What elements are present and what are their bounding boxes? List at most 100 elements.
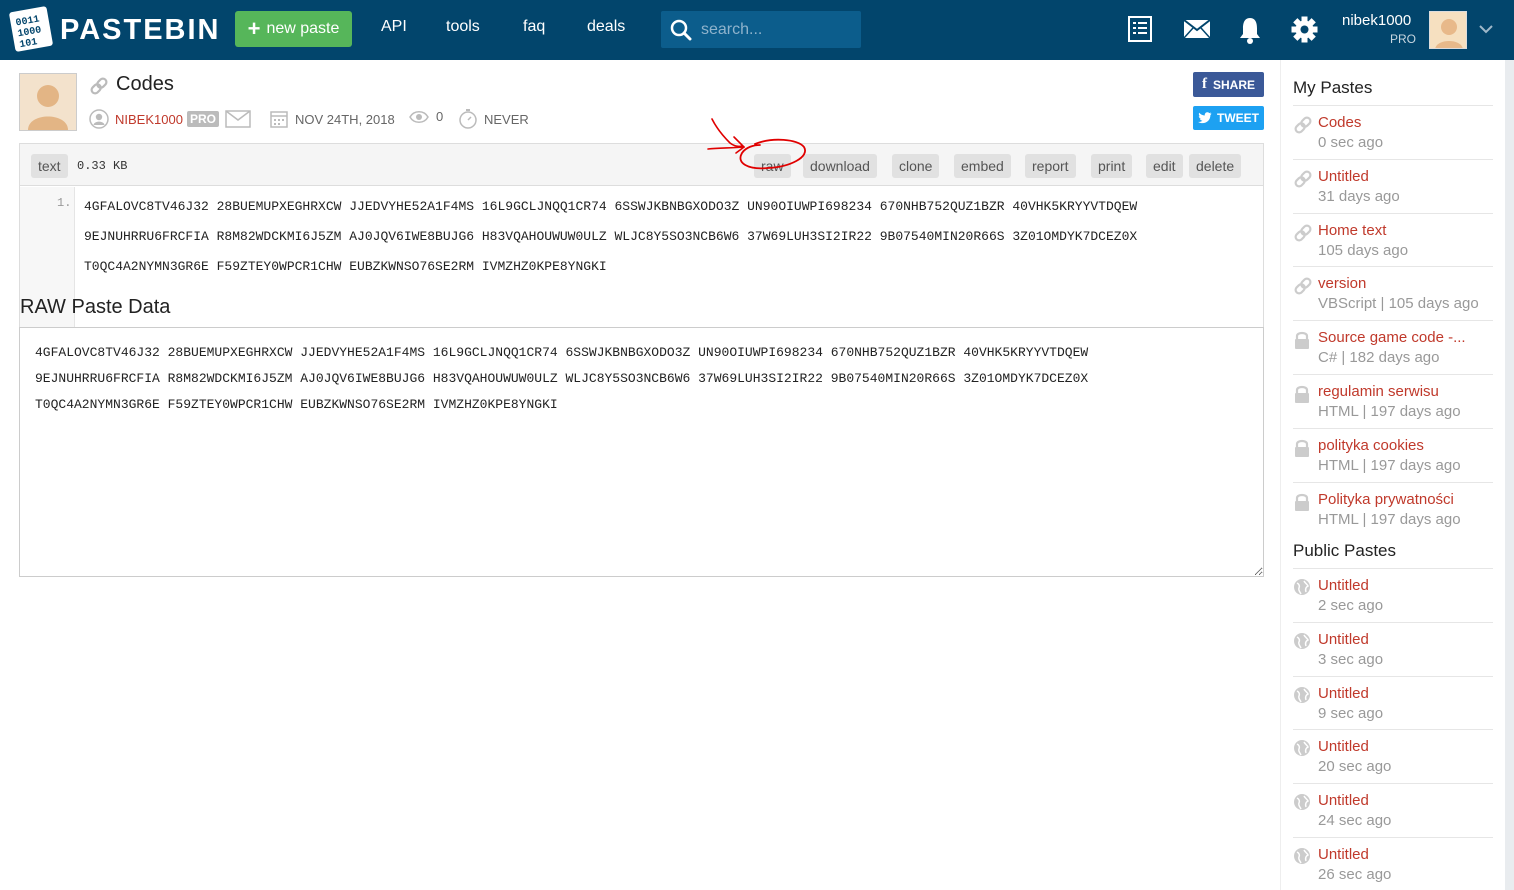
- lock-icon: [1293, 330, 1311, 353]
- sidebar-paste-meta: 26 sec ago: [1318, 866, 1392, 883]
- globe-icon: [1293, 632, 1311, 653]
- nav-api[interactable]: API: [381, 18, 407, 36]
- globe-icon: [1293, 847, 1311, 868]
- user-icon: [89, 109, 109, 129]
- sidebar-paste-meta: 24 sec ago: [1318, 812, 1392, 830]
- paste-expiry: NEVER: [484, 111, 529, 127]
- sidebar-paste-meta: 0 sec ago: [1318, 134, 1384, 151]
- link-icon: [1293, 276, 1313, 299]
- sidebar-paste-title[interactable]: Untitled: [1318, 792, 1369, 809]
- paste-date: NOV 24TH, 2018: [295, 111, 395, 127]
- author-avatar[interactable]: [19, 73, 77, 131]
- sidebar-paste-meta: 105 days ago: [1318, 241, 1409, 259]
- search-box: [661, 11, 861, 48]
- syntax-label[interactable]: text: [31, 154, 68, 178]
- sidebar-paste-item[interactable]: Untitled 24 sec ago: [1293, 783, 1493, 837]
- sidebar-paste-meta: 2 sec ago: [1318, 597, 1384, 614]
- new-paste-button[interactable]: + new paste: [235, 11, 352, 47]
- download-button[interactable]: download: [803, 154, 877, 178]
- nav-deals[interactable]: deals: [587, 18, 625, 36]
- sidebar-paste-item[interactable]: Untitled 3 sec ago: [1293, 621, 1493, 676]
- bell-icon[interactable]: [1238, 16, 1262, 44]
- raw-button[interactable]: raw: [754, 154, 791, 178]
- paste-meta-expiry: NEVER: [458, 109, 529, 129]
- paste-code-box: text 0.33 KB raw download clone embed re…: [19, 143, 1264, 338]
- calendar-icon: [270, 111, 288, 128]
- embed-button[interactable]: embed: [954, 154, 1011, 178]
- line-number: 1.: [57, 196, 72, 210]
- sidebar-paste-item[interactable]: Polityka prywatności HTML | 197 days ago: [1293, 481, 1493, 536]
- sidebar-paste-item[interactable]: Home text 105 days ago: [1293, 212, 1493, 267]
- sidebar-paste-title[interactable]: version: [1318, 275, 1366, 292]
- chevron-down-icon[interactable]: [1478, 22, 1494, 36]
- search-input[interactable]: [701, 11, 856, 48]
- sidebar-paste-item[interactable]: Untitled 2 sec ago: [1293, 568, 1493, 622]
- sidebar-paste-title[interactable]: Untitled: [1318, 738, 1369, 755]
- sidebar-paste-item[interactable]: Untitled 31 days ago: [1293, 158, 1493, 213]
- delete-button[interactable]: delete: [1189, 154, 1242, 178]
- user-name[interactable]: nibek1000: [1342, 12, 1411, 29]
- stopwatch-icon: [459, 109, 477, 129]
- pastebin-logo[interactable]: 0011 1000 101 PASTEBIN: [8, 6, 220, 52]
- sidebar-paste-item[interactable]: Untitled 9 sec ago: [1293, 675, 1493, 730]
- sidebar-paste-item[interactable]: polityka cookies HTML | 197 days ago: [1293, 427, 1493, 482]
- code-toolbar: text 0.33 KB raw download clone embed re…: [20, 144, 1263, 186]
- facebook-share-button[interactable]: f SHARE: [1193, 72, 1264, 97]
- code-line: 9EJNUHRRU6FRCFIA R8M82WDCKMI6J5ZM AJ0JQV…: [84, 229, 1138, 244]
- nav-faq[interactable]: faq: [523, 18, 545, 36]
- lock-icon: [1293, 438, 1311, 461]
- sidebar-paste-item[interactable]: version VBScript | 105 days ago: [1293, 266, 1493, 320]
- paste-meta-date: NOV 24TH, 2018: [269, 109, 395, 129]
- sidebar-paste-title[interactable]: polityka cookies: [1318, 437, 1424, 454]
- sidebar-paste-title[interactable]: Source game code -...: [1318, 329, 1466, 346]
- edit-button[interactable]: edit: [1146, 154, 1183, 178]
- sidebar-paste-item[interactable]: Codes 0 sec ago: [1293, 105, 1493, 159]
- sidebar-paste-item[interactable]: Source game code -... C# | 182 days ago: [1293, 320, 1493, 374]
- sidebar-paste-meta: HTML | 197 days ago: [1318, 403, 1461, 420]
- top-navbar: 0011 1000 101 PASTEBIN + new paste API t…: [0, 0, 1514, 60]
- sidebar-paste-title[interactable]: Untitled: [1318, 631, 1369, 648]
- gear-icon[interactable]: [1291, 16, 1318, 43]
- globe-icon: [1293, 739, 1311, 760]
- list-icon[interactable]: [1127, 15, 1153, 43]
- sidebar-paste-title[interactable]: Untitled: [1318, 846, 1369, 863]
- link-icon: [1293, 115, 1313, 138]
- view-count: 0: [436, 109, 444, 124]
- globe-icon: [1293, 686, 1311, 707]
- print-button[interactable]: print: [1091, 154, 1133, 178]
- nav-tools[interactable]: tools: [446, 18, 480, 36]
- code-line: 4GFALOVC8TV46J32 28BUEMUPXEGHRXCW JJEDVY…: [84, 199, 1138, 214]
- mail-icon[interactable]: [225, 110, 251, 128]
- globe-icon: [1293, 793, 1311, 814]
- public-pastes-heading: Public Pastes: [1293, 541, 1396, 560]
- pro-badge: PRO: [186, 111, 219, 127]
- sidebar-paste-title[interactable]: Untitled: [1318, 168, 1369, 185]
- sidebar-paste-title[interactable]: Codes: [1318, 114, 1361, 131]
- report-button[interactable]: report: [1025, 154, 1076, 178]
- code-body: 1. 4GFALOVC8TV46J32 28BUEMUPXEGHRXCW JJE…: [20, 187, 1263, 337]
- lock-icon: [1293, 492, 1311, 515]
- sidebar-paste-meta: 31 days ago: [1318, 187, 1400, 205]
- code-text: 4GFALOVC8TV46J32 28BUEMUPXEGHRXCW JJEDVY…: [84, 192, 1254, 282]
- sidebar-paste-meta: VBScript | 105 days ago: [1318, 295, 1479, 313]
- paste-meta-views: 0: [409, 109, 443, 124]
- sidebar-paste-title[interactable]: Home text: [1318, 222, 1386, 239]
- sidebar-paste-item[interactable]: regulamin serwisu HTML | 197 days ago: [1293, 374, 1493, 428]
- search-icon[interactable]: [670, 19, 692, 41]
- eye-icon: [409, 110, 429, 123]
- sidebar-paste-item[interactable]: Untitled 26 sec ago: [1293, 837, 1493, 890]
- user-avatar[interactable]: [1429, 11, 1467, 49]
- twitter-tweet-button[interactable]: TWEET: [1193, 106, 1264, 130]
- raw-paste-textarea[interactable]: 4GFALOVC8TV46J32 28BUEMUPXEGHRXCW JJEDVY…: [19, 327, 1264, 577]
- sidebar-paste-meta: HTML | 197 days ago: [1318, 456, 1461, 474]
- sidebar-paste-title[interactable]: Untitled: [1318, 577, 1369, 594]
- author-link[interactable]: NIBEK1000: [115, 112, 183, 127]
- mail-icon[interactable]: [1183, 19, 1211, 39]
- sidebar-paste-item[interactable]: Untitled 20 sec ago: [1293, 729, 1493, 783]
- sidebar-paste-title[interactable]: Untitled: [1318, 685, 1369, 702]
- sidebar-paste-title[interactable]: regulamin serwisu: [1318, 383, 1439, 400]
- paste-title: Codes: [116, 73, 174, 95]
- clone-button[interactable]: clone: [892, 154, 940, 178]
- sidebar-paste-title[interactable]: Polityka prywatności: [1318, 491, 1454, 508]
- facebook-icon: f: [1201, 76, 1207, 92]
